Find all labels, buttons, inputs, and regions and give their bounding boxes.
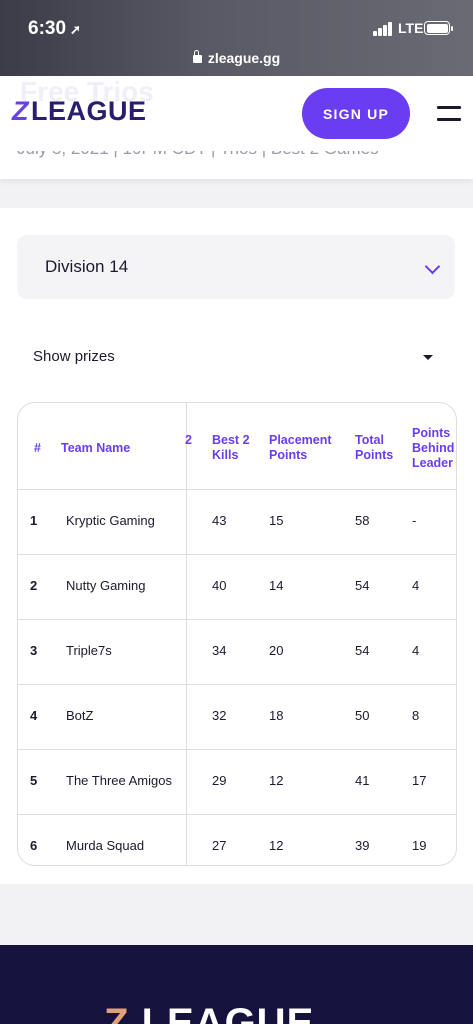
header-best-2-kills[interactable]: Best 2 Kills (212, 433, 258, 463)
division-select[interactable]: Division 14 (17, 235, 455, 299)
row-team-name[interactable]: Kryptic Gaming (66, 513, 155, 528)
row-placement: 12 (269, 838, 284, 853)
leaderboard-table: # Team Name 2 Best 2 Kills Placement Poi… (17, 402, 457, 866)
row-divider (18, 684, 456, 685)
status-time: 6:30 ➚ (28, 18, 81, 39)
header-total-points[interactable]: Total Points (355, 433, 399, 463)
row-rank: 5 (30, 773, 38, 788)
event-meta-strip: July 5, 2021 | 10PM CDT | Trios | Best 2… (0, 151, 473, 179)
chevron-down-icon (424, 258, 441, 275)
row-rank: 6 (30, 838, 38, 853)
row-total: 54 (355, 643, 370, 658)
row-total: 41 (355, 773, 370, 788)
row-team-name[interactable]: Murda Squad (66, 838, 144, 853)
row-kills: 32 (212, 708, 227, 723)
row-rank: 1 (30, 513, 38, 528)
header-partial: 2 (185, 433, 192, 447)
show-prizes-toggle[interactable]: Show prizes (33, 348, 115, 365)
signup-button[interactable]: SIGN UP (302, 88, 410, 139)
row-kills: 43 (212, 513, 227, 528)
row-placement: 20 (269, 643, 284, 658)
row-behind: 17 (412, 773, 427, 788)
row-behind: 4 (412, 643, 420, 658)
row-total: 39 (355, 838, 370, 853)
row-total: 58 (355, 513, 370, 528)
row-behind: 19 (412, 838, 427, 853)
header-rank: # (34, 441, 41, 455)
row-placement: 14 (269, 578, 284, 593)
row-divider (18, 814, 456, 815)
row-behind: 4 (412, 578, 420, 593)
row-placement: 12 (269, 773, 284, 788)
zleague-logo[interactable]: ZLEAGUE (12, 96, 147, 127)
row-team-name[interactable]: Triple7s (66, 643, 112, 658)
status-bar: 6:30 ➚ LTE zleague.gg (0, 0, 473, 76)
row-divider (18, 554, 456, 555)
row-placement: 15 (269, 513, 284, 528)
row-divider (18, 619, 456, 620)
row-total: 54 (355, 578, 370, 593)
header-placement-points[interactable]: Placement Points (269, 433, 339, 463)
header-points-behind-leader[interactable]: Points Behind Leader (412, 426, 456, 471)
header-team-name[interactable]: Team Name (61, 441, 130, 456)
row-team-name[interactable]: Nutty Gaming (66, 578, 145, 593)
row-kills: 40 (212, 578, 227, 593)
row-placement: 18 (269, 708, 284, 723)
row-behind: - (412, 513, 417, 528)
battery-icon (424, 21, 453, 35)
row-divider (18, 489, 456, 490)
row-behind: 8 (412, 708, 420, 723)
row-rank: 3 (30, 643, 38, 658)
row-rank: 4 (30, 708, 38, 723)
row-divider (18, 749, 456, 750)
row-team-name[interactable]: The Three Amigos (66, 773, 172, 788)
division-selected-value: Division 14 (45, 257, 129, 276)
row-team-name[interactable]: BotZ (66, 708, 93, 723)
row-rank: 2 (30, 578, 38, 593)
address-bar[interactable]: zleague.gg (0, 50, 473, 66)
signal-icon (373, 22, 395, 36)
url-text: zleague.gg (207, 50, 281, 66)
row-total: 50 (355, 708, 370, 723)
caret-down-icon[interactable] (423, 355, 433, 360)
row-kills: 34 (212, 643, 227, 658)
event-meta-text: July 5, 2021 | 10PM CDT | Trios | Best 2… (17, 151, 379, 159)
row-kills: 29 (212, 773, 227, 788)
lock-icon (192, 50, 202, 63)
network-label: LTE (398, 20, 424, 36)
hamburger-menu-icon[interactable] (437, 106, 461, 122)
site-footer: Z LEAGUE (0, 945, 473, 1024)
footer-logo[interactable]: Z LEAGUE (104, 1001, 314, 1024)
location-arrow-icon: ➚ (70, 22, 81, 37)
column-divider (186, 403, 187, 865)
row-kills: 27 (212, 838, 227, 853)
